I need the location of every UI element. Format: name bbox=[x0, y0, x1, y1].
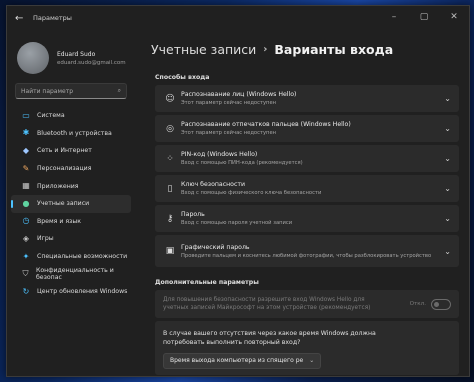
network-icon: ◆ bbox=[22, 145, 30, 155]
sidebar: Eduard Sudo eduard.sudo@gmail.com Найти … bbox=[7, 30, 135, 376]
signin-option-0[interactable]: ☺ Распознавание лиц (Windows Hello) Этот п… bbox=[155, 85, 459, 112]
sidebar-item-1[interactable]: ✱ Bluetooth и устройства bbox=[11, 125, 131, 143]
signin-option-title: Пароль bbox=[181, 211, 205, 218]
sidebar-item-label: Bluetooth и устройства bbox=[37, 129, 112, 137]
chevron-down-icon: ⌄ bbox=[444, 214, 451, 223]
hello-only-setting: Для повышения безопасности разрешите вхо… bbox=[155, 290, 459, 318]
gamepad-icon: ◈ bbox=[22, 233, 30, 243]
signin-option-subtitle: Вход с помощью физического ключа безопас… bbox=[181, 190, 322, 196]
brush-icon: ✎ bbox=[22, 163, 30, 173]
signin-option-1[interactable]: ◎ Распознавание отпечатков пальцев (Windo… bbox=[155, 115, 459, 142]
sidebar-item-7[interactable]: ◈ Игры bbox=[11, 230, 131, 248]
signin-option-title: Распознавание лиц (Windows Hello) bbox=[181, 91, 297, 98]
sidebar-item-0[interactable]: ▭ Система bbox=[11, 107, 131, 125]
sidebar-item-2[interactable]: ◆ Сеть и Интернет bbox=[11, 142, 131, 160]
globe-clock-icon: ◷ bbox=[22, 216, 30, 226]
pin-icon: ⁘ bbox=[166, 153, 174, 164]
sidebar-item-3[interactable]: ✎ Персонализация bbox=[11, 160, 131, 178]
person-icon: ● bbox=[22, 198, 30, 208]
shield-icon: ⛉ bbox=[22, 269, 29, 279]
away-signin-setting: В случае вашего отсутствия через какое в… bbox=[155, 321, 459, 375]
additional-settings-heading: Дополнительные параметры bbox=[155, 279, 259, 286]
breadcrumb-separator: › bbox=[263, 44, 268, 55]
sidebar-item-8[interactable]: ✦ Специальные возможности bbox=[11, 248, 131, 266]
search-box[interactable]: Найти параметр ⌕ bbox=[15, 83, 127, 99]
signin-option-4[interactable]: ⚷ Пароль Вход с помощью пароля учетной зап… bbox=[155, 205, 459, 232]
account-profile[interactable]: Eduard Sudo eduard.sudo@gmail.com bbox=[7, 30, 135, 74]
accessibility-icon: ✦ bbox=[22, 251, 30, 261]
fingerprint-icon: ◎ bbox=[166, 123, 174, 134]
chevron-down-icon: ⌄ bbox=[309, 357, 315, 364]
maximize-button[interactable]: ▢ bbox=[409, 6, 439, 28]
sidebar-item-label: Конфиденциальность и безопас bbox=[35, 267, 114, 282]
chevron-down-icon: ⌄ bbox=[444, 184, 451, 193]
minimize-button[interactable]: – bbox=[379, 6, 409, 28]
avatar bbox=[17, 42, 49, 74]
signin-option-subtitle: Вход с помощью ПИН-кода (рекомендуется) bbox=[181, 160, 303, 166]
sidebar-item-9[interactable]: ⛉ Конфиденциальность и безопас bbox=[11, 265, 131, 283]
signin-option-2[interactable]: ⁘ PIN-код (Windows Hello) Вход с помощью П… bbox=[155, 145, 459, 172]
search-input[interactable]: Найти параметр bbox=[21, 88, 73, 95]
signin-option-subtitle: Этот параметр сейчас недоступен bbox=[181, 100, 277, 106]
signin-option-5[interactable]: ▣ Графический пароль Проведите пальцем и к… bbox=[155, 235, 459, 267]
sidebar-item-label: Сеть и Интернет bbox=[37, 147, 92, 155]
toggle-state-label: Откл. bbox=[409, 301, 426, 307]
signin-option-subtitle: Этот параметр сейчас недоступен bbox=[181, 130, 277, 136]
chevron-down-icon: ⌄ bbox=[444, 94, 451, 103]
signin-option-3[interactable]: ▯ Ключ безопасности Вход с помощью физичес… bbox=[155, 175, 459, 202]
away-time-select[interactable]: Время выхода компьютера из спящего ре ⌄ bbox=[163, 352, 322, 369]
page-title: Варианты входа bbox=[274, 42, 394, 57]
signin-option-title: Ключ безопасности bbox=[181, 181, 245, 188]
away-question: В случае вашего отсутствия через какое в… bbox=[163, 330, 376, 346]
security-key-icon: ▯ bbox=[167, 183, 173, 194]
face-icon: ☺ bbox=[165, 93, 175, 104]
sidebar-item-label: Центр обновления Windows bbox=[37, 288, 128, 296]
back-arrow-icon[interactable]: ← bbox=[15, 13, 31, 24]
signin-options-heading: Способы входа bbox=[155, 74, 210, 81]
sidebar-item-5[interactable]: ● Учетные записи bbox=[11, 194, 131, 213]
key-icon: ⚷ bbox=[166, 213, 174, 224]
hello-only-text: Для повышения безопасности разрешите вхо… bbox=[163, 297, 371, 311]
title-bar: ← Параметры – ▢ ✕ bbox=[7, 6, 469, 30]
signin-option-subtitle: Проведите пальцем и коснитесь любимой фо… bbox=[181, 252, 432, 259]
bluetooth-icon: ✱ bbox=[22, 128, 30, 138]
sidebar-item-label: Учетные записи bbox=[37, 200, 90, 208]
settings-window: ← Параметры – ▢ ✕ Eduard Sudo eduard.sud… bbox=[6, 5, 470, 377]
search-icon: ⌕ bbox=[117, 87, 121, 94]
signin-option-title: PIN-код (Windows Hello) bbox=[181, 151, 258, 158]
picture-password-icon: ▣ bbox=[165, 246, 175, 256]
sidebar-item-label: Персонализация bbox=[37, 165, 92, 173]
account-name: Eduard Sudo bbox=[57, 50, 96, 58]
signin-options-list: ☺ Распознавание лиц (Windows Hello) Этот п… bbox=[151, 85, 469, 267]
window-title: Параметры bbox=[33, 14, 72, 22]
chevron-down-icon: ⌄ bbox=[444, 124, 451, 133]
sidebar-nav: ▭ Система ✱ Bluetooth и устройства ◆ Сеть и И… bbox=[7, 107, 135, 301]
signin-option-subtitle: Вход с помощью пароля учетной записи bbox=[181, 220, 293, 226]
sidebar-item-label: Приложения bbox=[37, 182, 79, 190]
breadcrumb-parent[interactable]: Учетные записи bbox=[151, 42, 256, 57]
away-select-value: Время выхода компьютера из спящего ре bbox=[170, 357, 304, 364]
chevron-down-icon: ⌄ bbox=[444, 154, 451, 163]
account-email: eduard.sudo@gmail.com bbox=[57, 59, 126, 66]
apps-icon: ▦ bbox=[22, 181, 30, 191]
chevron-down-icon: ⌄ bbox=[444, 246, 451, 256]
sidebar-item-4[interactable]: ▦ Приложения bbox=[11, 177, 131, 195]
hello-only-toggle[interactable] bbox=[431, 298, 451, 310]
sidebar-item-label: Система bbox=[37, 112, 65, 120]
breadcrumb: Учетные записи › Варианты входа bbox=[151, 42, 469, 57]
signin-option-title: Графический пароль bbox=[181, 243, 250, 251]
window-controls: – ▢ ✕ bbox=[379, 6, 469, 28]
sidebar-item-6[interactable]: ◷ Время и язык bbox=[11, 213, 131, 231]
sidebar-item-label: Время и язык bbox=[37, 217, 81, 225]
sidebar-item-10[interactable]: ↻ Центр обновления Windows bbox=[11, 283, 131, 301]
signin-option-title: Распознавание отпечатков пальцев (Window… bbox=[181, 121, 351, 128]
close-button[interactable]: ✕ bbox=[439, 6, 469, 28]
update-icon: ↻ bbox=[22, 286, 30, 296]
sidebar-item-label: Игры bbox=[37, 235, 54, 243]
main-content: Учетные записи › Варианты входа Способы … bbox=[151, 30, 469, 376]
monitor-icon: ▭ bbox=[22, 110, 30, 120]
sidebar-item-label: Специальные возможности bbox=[37, 253, 128, 261]
